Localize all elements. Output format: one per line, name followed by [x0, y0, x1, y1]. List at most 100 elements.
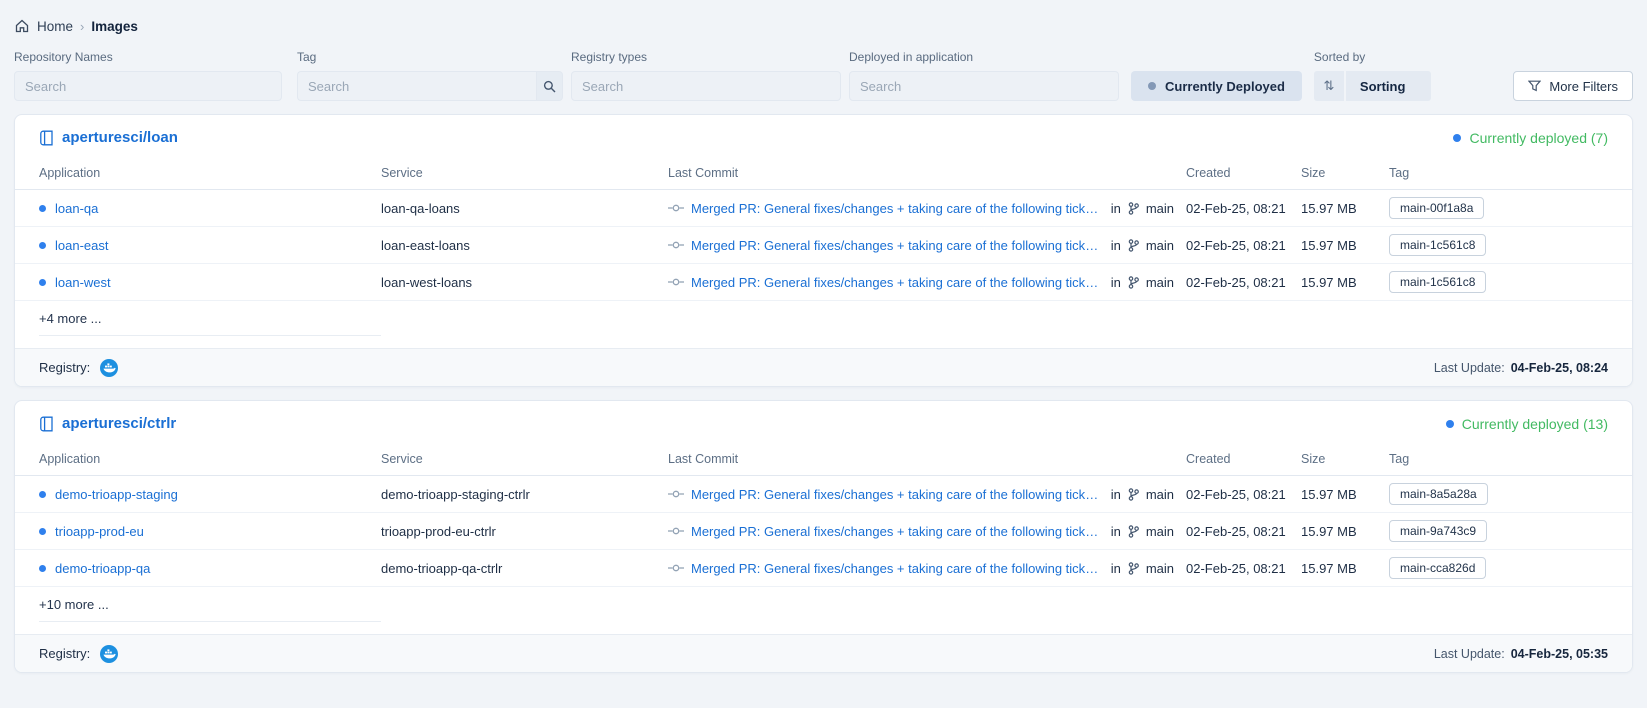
tag-badge[interactable]: main-cca826d — [1389, 557, 1486, 579]
created-cell: 02-Feb-25, 08:21 — [1186, 561, 1301, 576]
tag-badge[interactable]: main-00f1a8a — [1389, 197, 1484, 219]
col-header-tag: Tag — [1389, 166, 1608, 180]
branch-name: main — [1146, 524, 1174, 539]
commit-message-link[interactable]: Merged PR: General fixes/changes + takin… — [691, 275, 1104, 290]
sorting-select[interactable]: Sorting — [1346, 71, 1432, 101]
search-icon — [543, 80, 556, 93]
currently-deployed-toggle-label: Currently Deployed — [1165, 79, 1285, 94]
created-cell: 02-Feb-25, 08:21 — [1186, 238, 1301, 253]
page-title: Images — [91, 19, 138, 34]
repository-icon — [39, 130, 54, 146]
size-cell: 15.97 MB — [1301, 238, 1389, 253]
registry-types-input[interactable] — [571, 71, 841, 101]
in-label: in — [1111, 487, 1121, 502]
breadcrumb: Home › Images — [0, 0, 1647, 50]
deployed-in-application-input[interactable] — [849, 71, 1119, 101]
deployed-dot-icon — [1446, 420, 1454, 428]
repository-card-header: aperturesci/loan Currently deployed (7) — [15, 115, 1632, 156]
tag-badge[interactable]: main-1c561c8 — [1389, 234, 1486, 256]
table-row: demo-trioapp-qa demo-trioapp-qa-ctrlr Me… — [15, 550, 1632, 587]
more-filters-label: More Filters — [1549, 79, 1618, 94]
branch-name: main — [1146, 487, 1174, 502]
size-cell: 15.97 MB — [1301, 275, 1389, 290]
in-label: in — [1111, 524, 1121, 539]
repository-card-header: aperturesci/ctrlr Currently deployed (13… — [15, 401, 1632, 442]
sort-direction-button[interactable]: ⇅ — [1314, 71, 1344, 101]
git-branch-icon — [1128, 525, 1139, 538]
branch-name: main — [1146, 561, 1174, 576]
git-branch-icon — [1128, 239, 1139, 252]
deployed-in-application-label: Deployed in application — [849, 50, 1119, 64]
tag-search-input[interactable] — [297, 71, 536, 101]
commit-message-link[interactable]: Merged PR: General fixes/changes + takin… — [691, 561, 1104, 576]
tag-badge[interactable]: main-8a5a28a — [1389, 483, 1488, 505]
in-label: in — [1111, 561, 1121, 576]
application-status-dot-icon — [39, 242, 46, 249]
col-header-size: Size — [1301, 166, 1389, 180]
commit-message-link[interactable]: Merged PR: General fixes/changes + takin… — [691, 487, 1104, 502]
col-header-tag: Tag — [1389, 452, 1608, 466]
application-link[interactable]: loan-east — [55, 238, 108, 253]
application-link[interactable]: demo-trioapp-staging — [55, 487, 178, 502]
home-icon — [14, 18, 30, 34]
tag-search-button[interactable] — [536, 71, 563, 101]
registry-label: Registry: — [39, 360, 90, 375]
service-cell: trioapp-prod-eu-ctrlr — [381, 524, 668, 539]
show-more-link[interactable]: +4 more ... — [39, 311, 102, 326]
commit-message-link[interactable]: Merged PR: General fixes/changes + takin… — [691, 238, 1104, 253]
col-header-service: Service — [381, 166, 668, 180]
currently-deployed-toggle[interactable]: Currently Deployed — [1131, 71, 1302, 101]
registry-types-filter: Registry types — [571, 50, 841, 101]
created-cell: 02-Feb-25, 08:21 — [1186, 487, 1301, 502]
breadcrumb-home-link[interactable]: Home — [37, 19, 73, 34]
last-update-value: 04-Feb-25, 08:24 — [1511, 361, 1608, 375]
commit-message-link[interactable]: Merged PR: General fixes/changes + takin… — [691, 201, 1104, 216]
col-header-created: Created — [1186, 166, 1301, 180]
commit-icon — [668, 489, 684, 499]
registry-label: Registry: — [39, 646, 90, 661]
table-header-row: Application Service Last Commit Created … — [15, 156, 1632, 190]
col-header-size: Size — [1301, 452, 1389, 466]
size-cell: 15.97 MB — [1301, 201, 1389, 216]
repository-title-link[interactable]: aperturesci/ctrlr — [62, 415, 176, 432]
table-row: demo-trioapp-staging demo-trioapp-stagin… — [15, 476, 1632, 513]
git-branch-icon — [1128, 562, 1139, 575]
commit-message-link[interactable]: Merged PR: General fixes/changes + takin… — [691, 524, 1104, 539]
card-footer: Registry: Last Update: 04-Feb-25, 08:24 — [15, 348, 1632, 386]
application-link[interactable]: loan-qa — [55, 201, 98, 216]
service-cell: demo-trioapp-qa-ctrlr — [381, 561, 668, 576]
repository-card-loan: aperturesci/loan Currently deployed (7) … — [14, 114, 1633, 387]
size-cell: 15.97 MB — [1301, 487, 1389, 502]
application-link[interactable]: loan-west — [55, 275, 111, 290]
currently-deployed-status: Currently deployed (13) — [1446, 416, 1608, 432]
last-update-label: Last Update: — [1434, 647, 1505, 661]
service-cell: loan-qa-loans — [381, 201, 668, 216]
application-status-dot-icon — [39, 279, 46, 286]
docker-registry-icon[interactable] — [100, 359, 118, 377]
table-row: trioapp-prod-eu trioapp-prod-eu-ctrlr Me… — [15, 513, 1632, 550]
application-status-dot-icon — [39, 205, 46, 212]
application-link[interactable]: demo-trioapp-qa — [55, 561, 150, 576]
application-link[interactable]: trioapp-prod-eu — [55, 524, 144, 539]
docker-registry-icon[interactable] — [100, 645, 118, 663]
repository-title-link[interactable]: aperturesci/loan — [62, 129, 178, 146]
branch-name: main — [1146, 238, 1174, 253]
repository-names-input[interactable] — [14, 71, 282, 101]
deployed-count-label: Currently deployed (7) — [1469, 130, 1608, 146]
show-more-link[interactable]: +10 more ... — [39, 597, 109, 612]
table-row: loan-west loan-west-loans Merged PR: Gen… — [15, 264, 1632, 301]
sorted-by-label: Sorted by — [1314, 50, 1432, 64]
branch-name: main — [1146, 275, 1174, 290]
sort-controls: Sorted by ⇅ Sorting — [1314, 50, 1432, 101]
deployed-count-label: Currently deployed (13) — [1462, 416, 1608, 432]
created-cell: 02-Feb-25, 08:21 — [1186, 524, 1301, 539]
created-cell: 02-Feb-25, 08:21 — [1186, 275, 1301, 290]
application-status-dot-icon — [39, 565, 46, 572]
tag-badge[interactable]: main-9a743c9 — [1389, 520, 1487, 542]
service-cell: loan-east-loans — [381, 238, 668, 253]
in-label: in — [1111, 238, 1121, 253]
tag-badge[interactable]: main-1c561c8 — [1389, 271, 1486, 293]
tag-label: Tag — [297, 50, 563, 64]
more-filters-button[interactable]: More Filters — [1513, 71, 1633, 101]
commit-icon — [668, 277, 684, 287]
